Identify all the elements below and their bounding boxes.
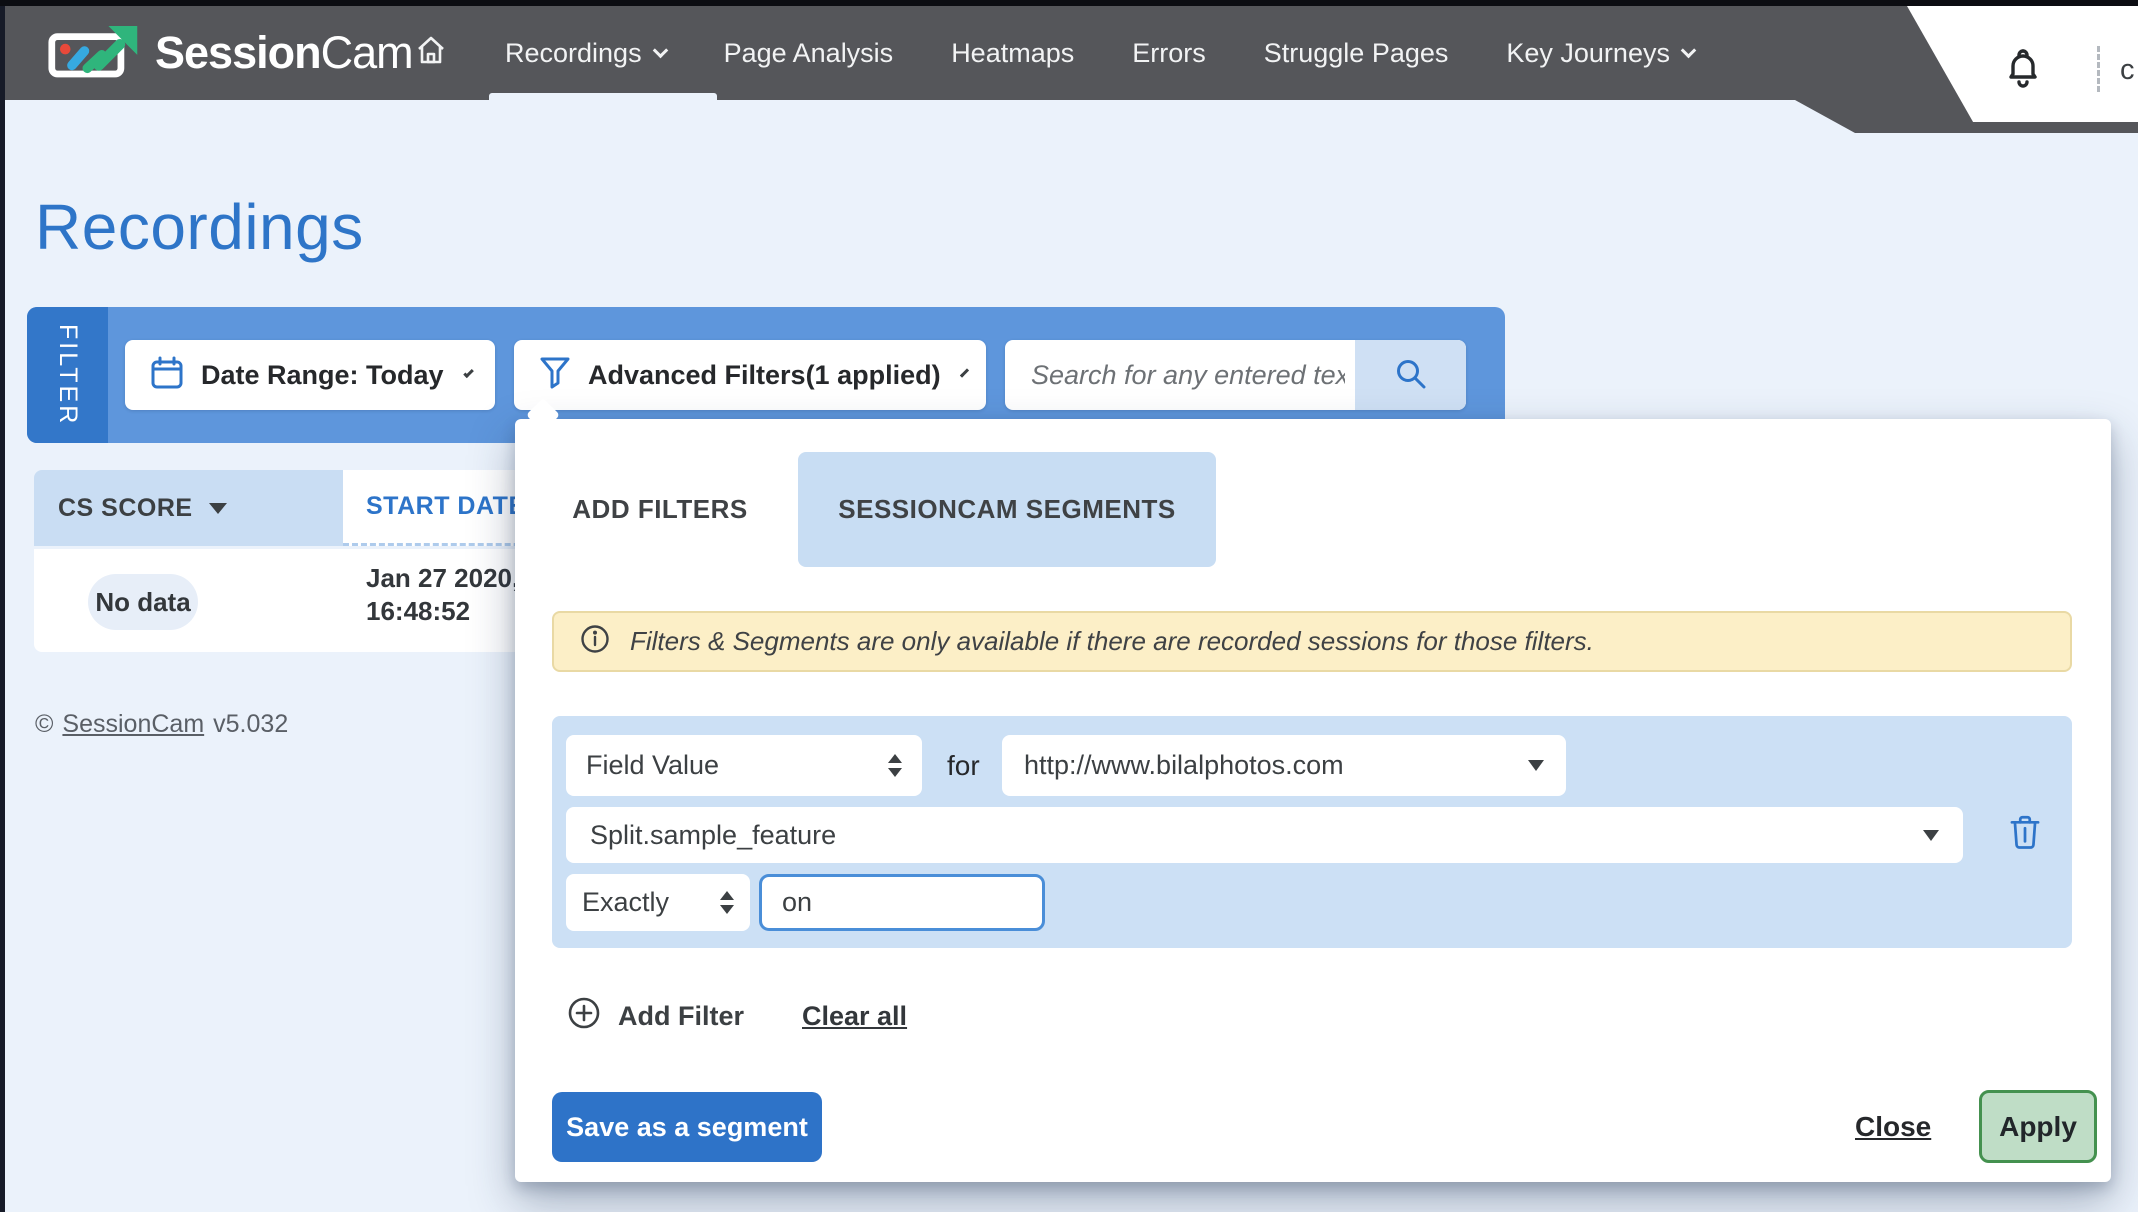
filter-group: Field Value for http://www.bilalphotos.c… [552,716,2072,948]
tab-add-filters-label: ADD FILTERS [572,494,747,525]
for-label: for [947,735,980,796]
nav-recordings-label: Recordings [505,38,642,69]
page-title: Recordings [35,190,364,264]
nav-errors[interactable]: Errors [1132,38,1206,69]
nav-heatmaps-label: Heatmaps [951,38,1074,69]
delete-filter-button[interactable] [2002,809,2048,859]
field-type-value: Field Value [586,750,719,781]
notifications-button[interactable] [2003,46,2043,97]
select-arrow-icon [1528,760,1544,771]
nav-struggle-pages-label: Struggle Pages [1264,38,1449,69]
feature-select[interactable]: Split.sample_feature [566,807,1963,863]
window-left-edge [0,0,5,1212]
search-input[interactable] [1005,340,1355,410]
filter-bar-tab-label: FILTER [53,324,82,426]
add-filter-button[interactable]: Add Filter [567,991,744,1041]
copyright-symbol: © [35,710,53,739]
advanced-filters-panel: ADD FILTERS SESSIONCAM SEGMENTS Filters … [515,419,2111,1182]
date-range-label: Date Range: Today [201,360,444,391]
footer-sessioncam-link[interactable]: SessionCam [62,710,204,739]
operator-select-value: Exactly [582,887,669,918]
tab-sessioncam-segments-label: SESSIONCAM SEGMENTS [838,494,1175,525]
home-icon [415,34,447,73]
bell-icon [2003,79,2043,96]
search-button[interactable] [1355,340,1466,410]
sessioncam-logo-icon [47,23,143,84]
clear-all-label: Clear all [802,1001,907,1032]
active-tab-indicator [489,93,717,100]
tab-add-filters[interactable]: ADD FILTERS [545,452,775,567]
filter-value-input[interactable] [759,874,1045,931]
start-date-value: Jan 27 2020, 16:48:52 [366,562,519,628]
warning-text: Filters & Segments are only available if… [630,626,1594,657]
nav-key-journeys-label: Key Journeys [1506,38,1670,69]
cs-score-header-label: CS SCORE [58,494,193,523]
column-header-cs-score[interactable]: CS SCORE [34,470,343,546]
calendar-icon [149,355,185,396]
version-label: v5.032 [213,710,288,739]
brand-logo[interactable]: SessionCam [47,6,413,100]
nav-key-journeys[interactable]: Key Journeys [1506,38,1694,69]
nav-home[interactable] [415,34,447,73]
nav-struggle-pages[interactable]: Struggle Pages [1264,38,1449,69]
chevron-down-icon [1681,42,1697,58]
nav-heatmaps[interactable]: Heatmaps [951,38,1074,69]
select-stepper-icon [720,891,734,914]
date-range-button[interactable]: Date Range: Today [125,340,495,410]
site-select-value: http://www.bilalphotos.com [1024,750,1344,781]
nav-recordings[interactable]: Recordings [505,38,666,69]
window-top-edge [0,0,2138,6]
advanced-filters-label: Advanced Filters(1 applied) [588,360,941,391]
filter-bar-tab[interactable]: FILTER [27,307,108,443]
site-select[interactable]: http://www.bilalphotos.com [1002,735,1566,796]
feature-select-value: Split.sample_feature [590,820,836,851]
chevron-down-icon [652,42,668,58]
navbar: SessionCam Recordings Page Analysis [5,6,2138,100]
close-button[interactable]: Close [1855,1092,1931,1162]
add-filter-label: Add Filter [618,1001,744,1032]
nav-page-analysis-label: Page Analysis [724,38,894,69]
search-icon [1393,356,1429,395]
start-date-line1: Jan 27 2020, [366,562,519,595]
user-menu-partial-text[interactable]: c [2120,54,2135,87]
tab-sessioncam-segments[interactable]: SESSIONCAM SEGMENTS [798,452,1216,567]
apply-button[interactable]: Apply [1979,1090,2097,1163]
nav-errors-label: Errors [1132,38,1206,69]
chevron-down-icon [463,367,474,378]
chevron-down-icon [959,368,968,377]
divider [2097,46,2100,92]
nav-page-analysis[interactable]: Page Analysis [724,38,894,69]
app-footer: © SessionCam v5.032 [35,710,288,739]
cs-score-badge: No data [88,574,198,630]
funnel-icon [538,355,572,396]
advanced-filters-button[interactable]: Advanced Filters(1 applied) [514,340,986,410]
sessioncam-app: SessionCam Recordings Page Analysis [0,0,2138,1212]
sort-caret-icon [209,503,227,514]
trash-icon [2008,814,2042,855]
warning-banner: Filters & Segments are only available if… [552,611,2072,672]
start-date-line2: 16:48:52 [366,595,519,628]
clear-all-button[interactable]: Clear all [802,991,907,1041]
field-type-select[interactable]: Field Value [566,735,922,796]
main-nav: Recordings Page Analysis Heatmaps Errors… [415,6,1694,100]
select-arrow-icon [1923,830,1939,841]
close-label: Close [1855,1111,1931,1143]
start-date-header-label: START DATE [366,492,526,521]
info-icon [580,624,610,659]
brand-name: SessionCam [155,27,413,79]
operator-select[interactable]: Exactly [566,874,750,931]
search-box [1005,340,1466,410]
select-stepper-icon [888,754,902,777]
circle-plus-icon [567,996,601,1037]
save-as-segment-button[interactable]: Save as a segment [552,1092,822,1162]
